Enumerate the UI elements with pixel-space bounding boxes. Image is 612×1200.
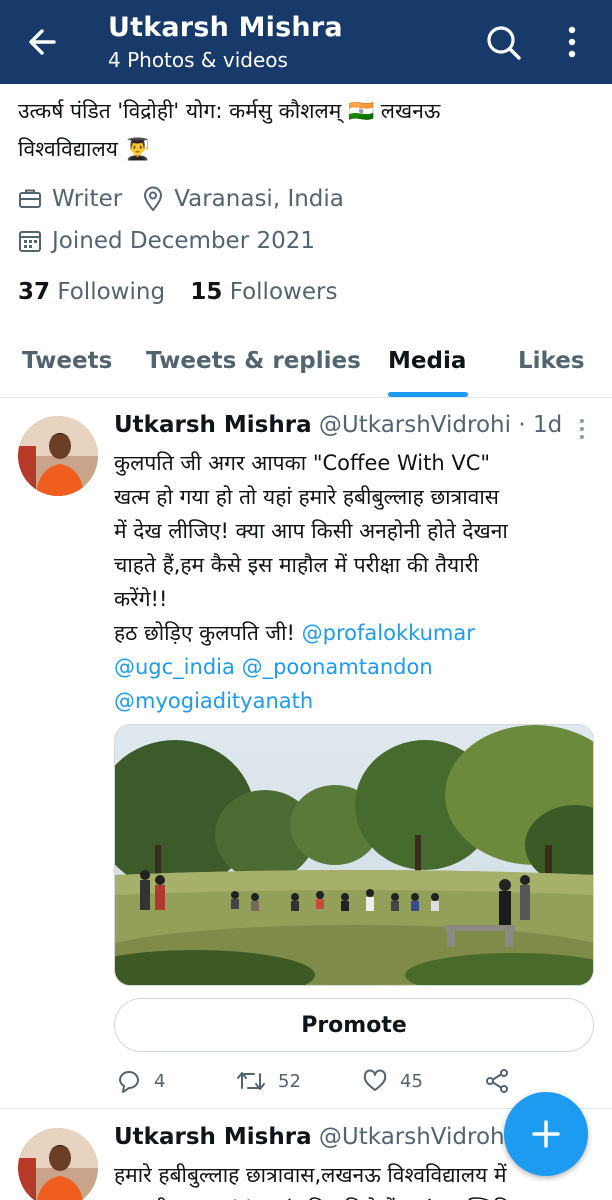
tab-media[interactable]: Media [388,348,466,374]
following-link[interactable]: 37 Following [18,279,165,305]
mention-link[interactable]: @_poonamtandon [242,655,433,679]
tab-tweets-replies[interactable]: Tweets & replies [146,348,361,374]
tweet-text-line: 3 गाड़ी #Covid... संक्रमित मिले हैं!यहां… [114,1192,584,1200]
bio-line-1: उत्कर्ष पंडित 'विद्रोही' योग: कर्मसु कौश… [18,99,441,123]
reply-count: 4 [154,1070,166,1092]
tweet-menu-icon[interactable] [578,418,586,440]
briefcase-icon [19,189,41,208]
followers-link[interactable]: 15 Followers [190,279,337,305]
retweet-count: 52 [278,1070,301,1092]
compose-plus-icon [532,1120,560,1148]
profile-meta-row: Writer Varanasi, India [18,184,344,214]
app-header: Utkarsh Mishra 4 Photos & videos [0,0,612,84]
promote-button[interactable]: Promote [114,998,594,1052]
search-icon[interactable] [485,24,523,62]
like-action[interactable]: 45 [362,1066,423,1096]
profile-joined: Joined December 2021 [52,228,315,254]
profile-joined-row: Joined December 2021 [18,226,315,256]
reply-action[interactable]: 4 [116,1066,165,1096]
follow-stats: 37 Following 15 Followers [18,279,337,305]
profile-bio: उत्कर्ष पंडित 'विद्रोही' योग: कर्मसु कौश… [18,92,598,168]
following-label: Following [57,279,166,305]
tweet-text-line: कुलपति जी अगर आपका "Coffee With VC" [114,451,491,475]
retweet-icon [237,1072,265,1090]
bio-line-2: विश्वविद्यालय 👨‍🎓 [18,137,151,161]
tweet-author-handle: @UtkarshVidrohi [318,412,512,438]
tweet-author-name[interactable]: Utkarsh Mishra [114,412,312,438]
tweet-header: Utkarsh Mishra @UtkarshVidrohi · 1d [114,412,562,438]
tweet-author-handle: @UtkarshVidrohi [318,1124,512,1150]
reply-icon [119,1071,139,1093]
header-subtitle: 4 Photos & videos [108,48,288,72]
share-icon [486,1069,508,1093]
more-vertical-icon[interactable] [560,24,584,62]
tweet-text-line: हमारे हबीबुल्लाह छात्रावास,लखनऊ विश्वविद… [114,1163,507,1187]
active-tab-indicator [388,392,468,397]
back-arrow-icon[interactable] [26,22,58,62]
share-action[interactable] [484,1066,510,1096]
profile-location: Varanasi, India [174,186,344,212]
profile-occupation: Writer [52,186,123,212]
tweet-header: Utkarsh Mishra @UtkarshVidrohi · [114,1124,526,1150]
avatar[interactable] [18,1128,98,1200]
tweet-text-line: चाहते हैं,हम कैसे इस माहौल में परीक्षा क… [114,553,479,577]
mention-link[interactable]: @myogiadityanath [114,689,313,713]
tweet-author-name[interactable]: Utkarsh Mishra [114,1124,312,1150]
location-pin-icon [144,186,163,212]
tab-likes[interactable]: Likes [518,348,585,374]
calendar-icon [19,231,41,252]
mention-link[interactable]: @profalokkumar [302,621,475,645]
like-icon [363,1069,387,1091]
tweet-text-line: में देख लीजिए! क्या आप किसी अनहोनी होते … [114,519,508,543]
tweet-photo[interactable] [114,724,594,986]
compose-tweet-button[interactable] [504,1092,588,1176]
like-count: 45 [400,1070,423,1092]
tweet-text-line: हठ छोड़िए कुलपति जी! [114,621,302,645]
mention-link[interactable]: @ugc_india [114,655,235,679]
tab-tweets[interactable]: Tweets [22,348,112,374]
following-count: 37 [18,279,51,305]
tweet-text: हमारे हबीबुल्लाह छात्रावास,लखनऊ विश्वविद… [114,1158,584,1200]
tweet-time: · 1d [518,412,563,438]
followers-label: Followers [229,279,338,305]
retweet-action[interactable]: 52 [236,1066,301,1096]
profile-tabs: Tweets Tweets & replies Media Likes [0,336,612,398]
tweet-text-line: करेंगे!! [114,587,168,611]
tweet-text: कुलपति जी अगर आपका "Coffee With VC" खत्म… [114,446,564,718]
followers-count: 15 [190,279,223,305]
tweet-text-line: खत्म हो गया हो तो यहां हमारे हबीबुल्लाह … [114,485,499,509]
avatar[interactable] [18,416,98,496]
header-title: Utkarsh Mishra [108,12,343,43]
